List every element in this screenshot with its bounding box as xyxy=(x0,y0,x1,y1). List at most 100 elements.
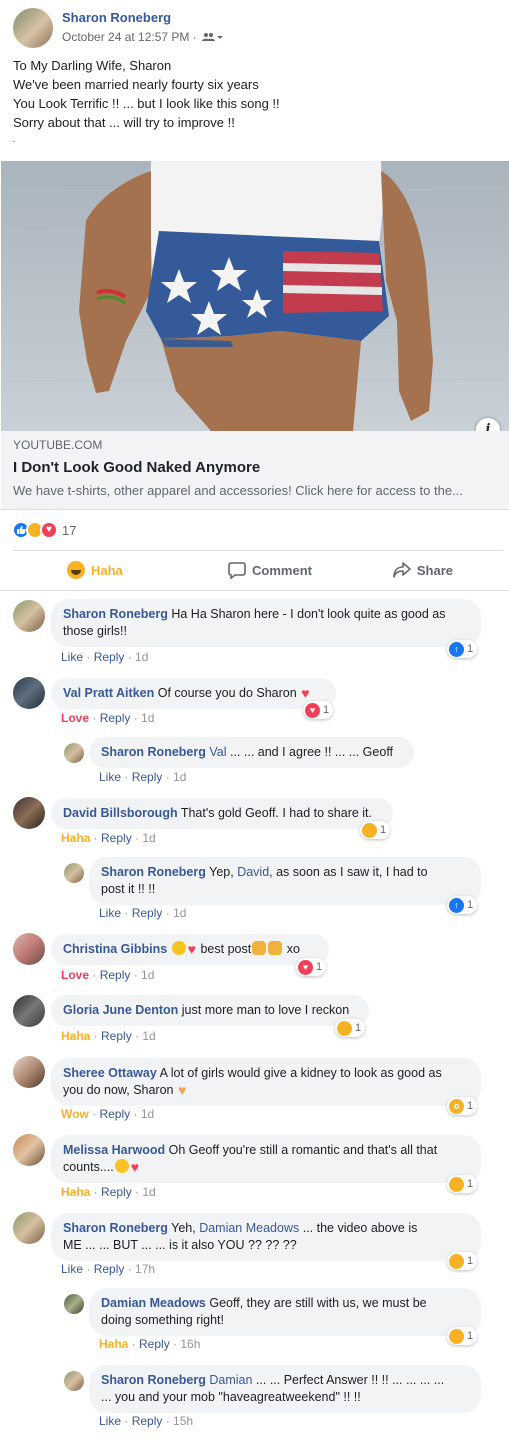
commenter-avatar[interactable] xyxy=(64,863,84,883)
video-thumbnail[interactable] xyxy=(1,161,509,431)
link-domain: YOUTUBE.COM xyxy=(13,438,103,452)
comment-actions: Love · Reply · 1d xyxy=(61,711,155,725)
reply-button[interactable]: Reply xyxy=(101,831,132,845)
commenter-name[interactable]: Sharon Roneberg xyxy=(101,1373,206,1387)
reaction-count[interactable]: 17 xyxy=(62,523,76,538)
commenter-name[interactable]: Val Pratt Aitken xyxy=(63,686,154,700)
mention-link[interactable]: Damian Meadows xyxy=(199,1221,299,1235)
comment-time[interactable]: 16h xyxy=(180,1337,200,1351)
comment-actions: Love · Reply · 1d xyxy=(61,968,155,982)
comment-time[interactable]: 1d xyxy=(141,711,154,725)
comment-reaction-badge[interactable]: 1 xyxy=(360,821,391,839)
commenter-name[interactable]: Christina Gibbins xyxy=(63,942,167,956)
mention-link[interactable]: Val xyxy=(209,745,226,759)
reply-button[interactable]: Reply xyxy=(101,1185,132,1199)
commenter-name[interactable]: Gloria June Denton xyxy=(63,1003,178,1017)
comment-time[interactable]: 17h xyxy=(135,1262,155,1276)
reply-button[interactable]: Reply xyxy=(139,1337,170,1351)
wow-icon: o xyxy=(449,1098,464,1114)
comment-time[interactable]: 1d xyxy=(142,831,155,845)
comment-time[interactable]: 1d xyxy=(141,968,154,982)
link-title[interactable]: I Don't Look Good Naked Anymore xyxy=(13,459,497,476)
comment-reaction-badge[interactable]: ↑ 1 xyxy=(447,896,478,914)
comment-reaction-badge[interactable]: ♥ 1 xyxy=(296,958,327,976)
reply-button[interactable]: Reply xyxy=(132,1414,163,1428)
commenter-avatar[interactable] xyxy=(13,677,45,709)
commenter-name[interactable]: Sharon Roneberg xyxy=(63,1221,168,1235)
haha-icon xyxy=(362,822,377,838)
comment-bubble: Sharon Roneberg Val ... ... and I agree … xyxy=(89,737,414,768)
commenter-avatar[interactable] xyxy=(64,1294,84,1314)
mention-link[interactable]: David xyxy=(237,865,269,879)
link-preview-card[interactable]: YOUTUBE.COM I Don't Look Good Naked Anym… xyxy=(1,431,509,510)
love-button[interactable]: Love xyxy=(61,711,89,725)
like-button[interactable]: Like xyxy=(99,1414,121,1428)
reactions-summary[interactable]: ♥ 17 xyxy=(12,520,76,540)
comment-time[interactable]: 1d xyxy=(173,770,186,784)
commenter-name[interactable]: Sharon Roneberg xyxy=(101,745,206,759)
post-action-bar: Haha Comment Share xyxy=(13,552,503,588)
haha-button[interactable]: Haha xyxy=(13,552,189,588)
comment-time[interactable]: 1d xyxy=(141,1107,154,1121)
commenter-avatar[interactable] xyxy=(13,1056,45,1088)
comment-time[interactable]: 1d xyxy=(135,650,148,664)
commenter-name[interactable]: Damian Meadows xyxy=(101,1296,206,1310)
author-avatar[interactable] xyxy=(13,8,53,48)
comment-reaction-badge[interactable]: ↑ 1 xyxy=(447,640,478,658)
commenter-avatar[interactable] xyxy=(13,797,45,829)
comment-actions: Like · Reply · 1d xyxy=(99,906,187,920)
comment-button[interactable]: Comment xyxy=(189,552,331,588)
reply-button[interactable]: Reply xyxy=(132,906,163,920)
reply-button[interactable]: Reply xyxy=(101,1029,132,1043)
haha-button[interactable]: Haha xyxy=(61,1029,90,1043)
reply-button[interactable]: Reply xyxy=(94,650,125,664)
comment-time[interactable]: 1d xyxy=(173,906,186,920)
wow-button[interactable]: Wow xyxy=(61,1107,89,1121)
share-button[interactable]: Share xyxy=(331,552,503,588)
comment-bubble: Sharon Roneberg Ha Ha Sharon here - I do… xyxy=(51,599,481,647)
haha-button[interactable]: Haha xyxy=(61,831,90,845)
commenter-avatar[interactable] xyxy=(64,1371,84,1391)
reply-button[interactable]: Reply xyxy=(100,968,131,982)
commenter-name[interactable]: David Billsborough xyxy=(63,806,178,820)
like-button[interactable]: Like xyxy=(61,650,83,664)
comment-reaction-badge[interactable]: 1 xyxy=(335,1019,366,1037)
like-button[interactable]: Like xyxy=(99,906,121,920)
haha-button[interactable]: Haha xyxy=(99,1337,128,1351)
comment-reaction-badge[interactable]: 1 xyxy=(447,1327,478,1345)
comment-label: Comment xyxy=(252,562,312,578)
friends-icon[interactable] xyxy=(202,31,224,45)
commenter-avatar[interactable] xyxy=(64,743,84,763)
commenter-avatar[interactable] xyxy=(13,995,45,1027)
love-button[interactable]: Love xyxy=(61,968,89,982)
haha-button[interactable]: Haha xyxy=(61,1185,90,1199)
commenter-avatar[interactable] xyxy=(13,1134,45,1166)
reply-button[interactable]: Reply xyxy=(132,770,163,784)
comment-reaction-badge[interactable]: ♥ 1 xyxy=(303,701,334,719)
mention-link[interactable]: Damian xyxy=(209,1373,252,1387)
post-line: You Look Terrific !! ... but I look like… xyxy=(13,96,280,111)
post-timestamp[interactable]: October 24 at 12:57 PM · xyxy=(62,30,197,44)
comment-time[interactable]: 1d xyxy=(142,1029,155,1043)
commenter-avatar[interactable] xyxy=(13,1212,45,1244)
post-line: We've been married nearly fourty six yea… xyxy=(13,77,259,92)
like-button[interactable]: Like xyxy=(61,1262,83,1276)
post-author-name[interactable]: Sharon Roneberg xyxy=(62,10,171,25)
commenter-name[interactable]: Melissa Harwood xyxy=(63,1143,165,1157)
comment-text: That's gold Geoff. I had to share it. xyxy=(180,806,372,820)
reply-button[interactable]: Reply xyxy=(94,1262,125,1276)
commenter-name[interactable]: Sharon Roneberg xyxy=(101,865,206,879)
commenter-name[interactable]: Sheree Ottaway xyxy=(63,1066,157,1080)
commenter-name[interactable]: Sharon Roneberg xyxy=(63,607,168,621)
commenter-avatar[interactable] xyxy=(13,933,45,965)
comment-reaction-badge[interactable]: 1 xyxy=(447,1175,478,1193)
like-button[interactable]: Like xyxy=(99,770,121,784)
comment-time[interactable]: 1d xyxy=(142,1185,155,1199)
reply-button[interactable]: Reply xyxy=(100,711,131,725)
comment-text: ... the video above is xyxy=(302,1221,418,1235)
comment-reaction-badge[interactable]: o1 xyxy=(447,1097,478,1115)
reply-button[interactable]: Reply xyxy=(99,1107,130,1121)
comment-reaction-badge[interactable]: 1 xyxy=(447,1252,478,1270)
comment-time[interactable]: 15h xyxy=(173,1414,193,1428)
commenter-avatar[interactable] xyxy=(13,600,45,632)
